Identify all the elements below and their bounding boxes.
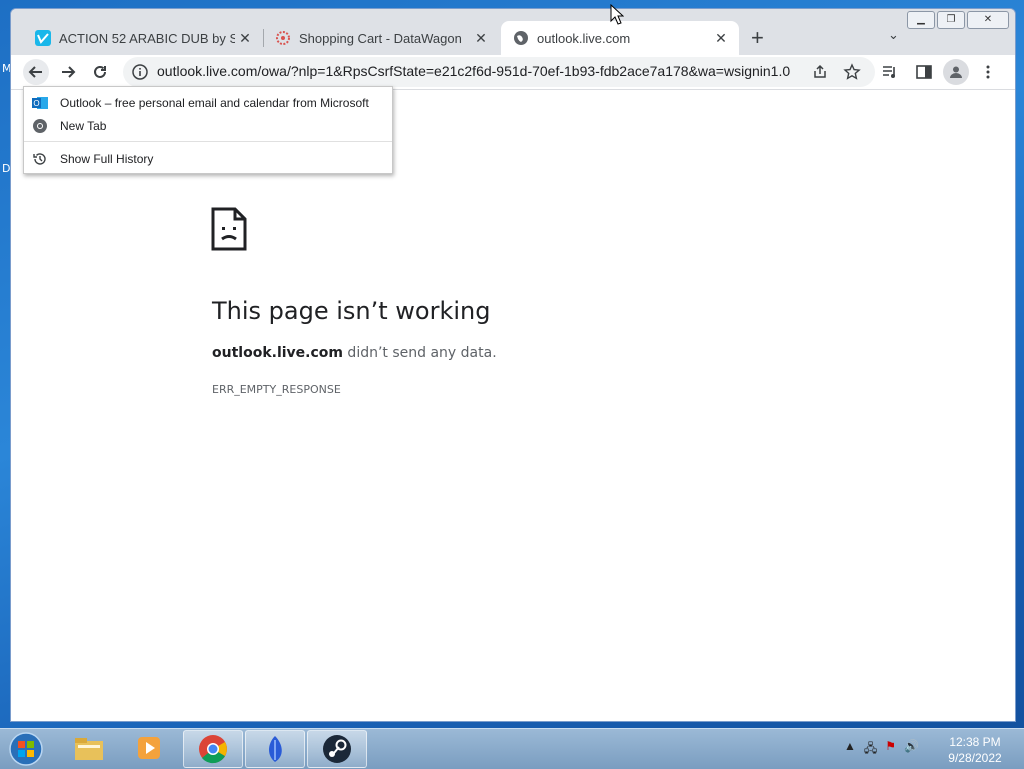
history-item-label: Show Full History [60, 152, 154, 166]
side-panel-button[interactable] [911, 59, 937, 85]
globe-icon [514, 31, 528, 45]
sad-page-icon [211, 207, 247, 251]
maximize-button[interactable]: ❐ [937, 11, 965, 29]
show-full-history-item[interactable]: Show Full History [24, 148, 392, 170]
url-text[interactable]: outlook.live.com/owa/?nlp=1&RpsCsrfState… [157, 63, 797, 79]
error-code: ERR_EMPTY_RESPONSE [212, 383, 341, 396]
datawagon-icon [276, 31, 290, 45]
side-panel-icon [916, 65, 932, 79]
system-tray: ▲ 🖧 ⚑ 🔊 [844, 739, 919, 760]
close-icon[interactable]: ✕ [471, 30, 491, 47]
close-icon[interactable]: ✕ [235, 30, 255, 47]
info-icon[interactable] [131, 63, 149, 81]
error-description-text: didn’t send any data. [342, 345, 497, 361]
tab-title: ACTION 52 ARABIC DUB by SHA [59, 30, 235, 46]
show-hidden-icons-icon[interactable]: ▲ [844, 739, 856, 760]
outlook-icon: O [32, 97, 48, 109]
mouse-cursor-icon [610, 4, 624, 25]
bookmark-button[interactable] [839, 59, 865, 85]
taskbar-chrome[interactable] [183, 730, 243, 768]
browser-toolbar: outlook.live.com/owa/?nlp=1&RpsCsrfState… [11, 55, 1015, 90]
close-icon[interactable]: ✕ [711, 30, 731, 47]
tab-vimeo[interactable]: ACTION 52 ARABIC DUB by SHA ✕ [23, 21, 263, 55]
start-button[interactable] [6, 731, 46, 767]
clock-time: 12:38 PM [949, 735, 1001, 749]
reload-button[interactable] [87, 59, 113, 85]
tab-title: Shopping Cart - DataWagon [299, 30, 462, 46]
menu-button[interactable] [975, 59, 1001, 85]
tab-strip: ACTION 52 ARABIC DUB by SHA ✕ Shopping C… [11, 9, 1015, 55]
new-tab-button[interactable]: + [751, 25, 764, 51]
tab-title: outlook.live.com [537, 30, 631, 46]
history-icon [33, 153, 46, 165]
forward-arrow-icon [62, 66, 76, 78]
vimeo-icon [35, 30, 51, 46]
error-title: This page isn’t working [212, 297, 491, 325]
volume-icon[interactable]: 🔊 [904, 739, 919, 760]
chrome-icon [33, 119, 47, 133]
explorer-icon [75, 738, 103, 760]
taskbar-explorer[interactable] [60, 730, 118, 766]
address-bar[interactable]: outlook.live.com/owa/?nlp=1&RpsCsrfState… [123, 57, 875, 87]
feather-app-icon [269, 736, 282, 762]
taskbar-media-player[interactable] [120, 730, 178, 766]
reload-icon [94, 65, 106, 78]
reading-list-icon [883, 66, 895, 78]
more-vert-icon [986, 65, 990, 79]
close-window-button[interactable]: ✕ [967, 11, 1009, 29]
error-host: outlook.live.com [212, 345, 343, 361]
minimize-button[interactable]: ▁ [907, 11, 935, 29]
steam-icon [323, 735, 351, 763]
history-dropdown: O Outlook – free personal email and cale… [23, 86, 393, 174]
history-item-outlook[interactable]: O Outlook – free personal email and cale… [24, 92, 392, 114]
reading-list-button[interactable] [877, 59, 903, 85]
taskbar-steam[interactable] [307, 730, 367, 768]
menu-divider [24, 141, 392, 142]
media-player-icon [138, 737, 160, 759]
avatar-icon [950, 66, 962, 78]
page-content: This page isn’t working outlook.live.com… [11, 90, 1015, 721]
window-controls: ▁ ❐ ✕ [907, 11, 1009, 29]
back-button[interactable] [23, 59, 49, 85]
share-button[interactable] [807, 59, 833, 85]
forward-button[interactable] [55, 59, 81, 85]
taskbar-feather-app[interactable] [245, 730, 305, 768]
profile-button[interactable] [943, 59, 969, 85]
share-icon [814, 64, 826, 78]
history-item-label: Outlook – free personal email and calend… [60, 96, 369, 110]
back-arrow-icon [28, 66, 42, 78]
svg-text:O: O [33, 99, 39, 108]
tab-datawagon[interactable]: Shopping Cart - DataWagon ✕ [263, 21, 499, 55]
chevron-down-icon[interactable]: ⌄ [888, 27, 899, 43]
chrome-icon [199, 735, 227, 764]
error-description: outlook.live.com didn’t send any data. [212, 345, 497, 361]
clock-date: 9/28/2022 [948, 751, 1002, 765]
taskbar: ▲ 🖧 ⚑ 🔊 12:38 PM 9/28/2022 [0, 728, 1024, 769]
history-item-label: New Tab [60, 119, 107, 133]
tab-outlook[interactable]: outlook.live.com ✕ [501, 21, 739, 55]
history-item-new-tab[interactable]: New Tab [24, 115, 392, 137]
action-center-icon[interactable]: ⚑ [885, 739, 896, 760]
star-icon [843, 63, 861, 80]
clock[interactable]: 12:38 PM 9/28/2022 [930, 734, 1020, 766]
network-icon[interactable]: 🖧 [864, 739, 877, 760]
